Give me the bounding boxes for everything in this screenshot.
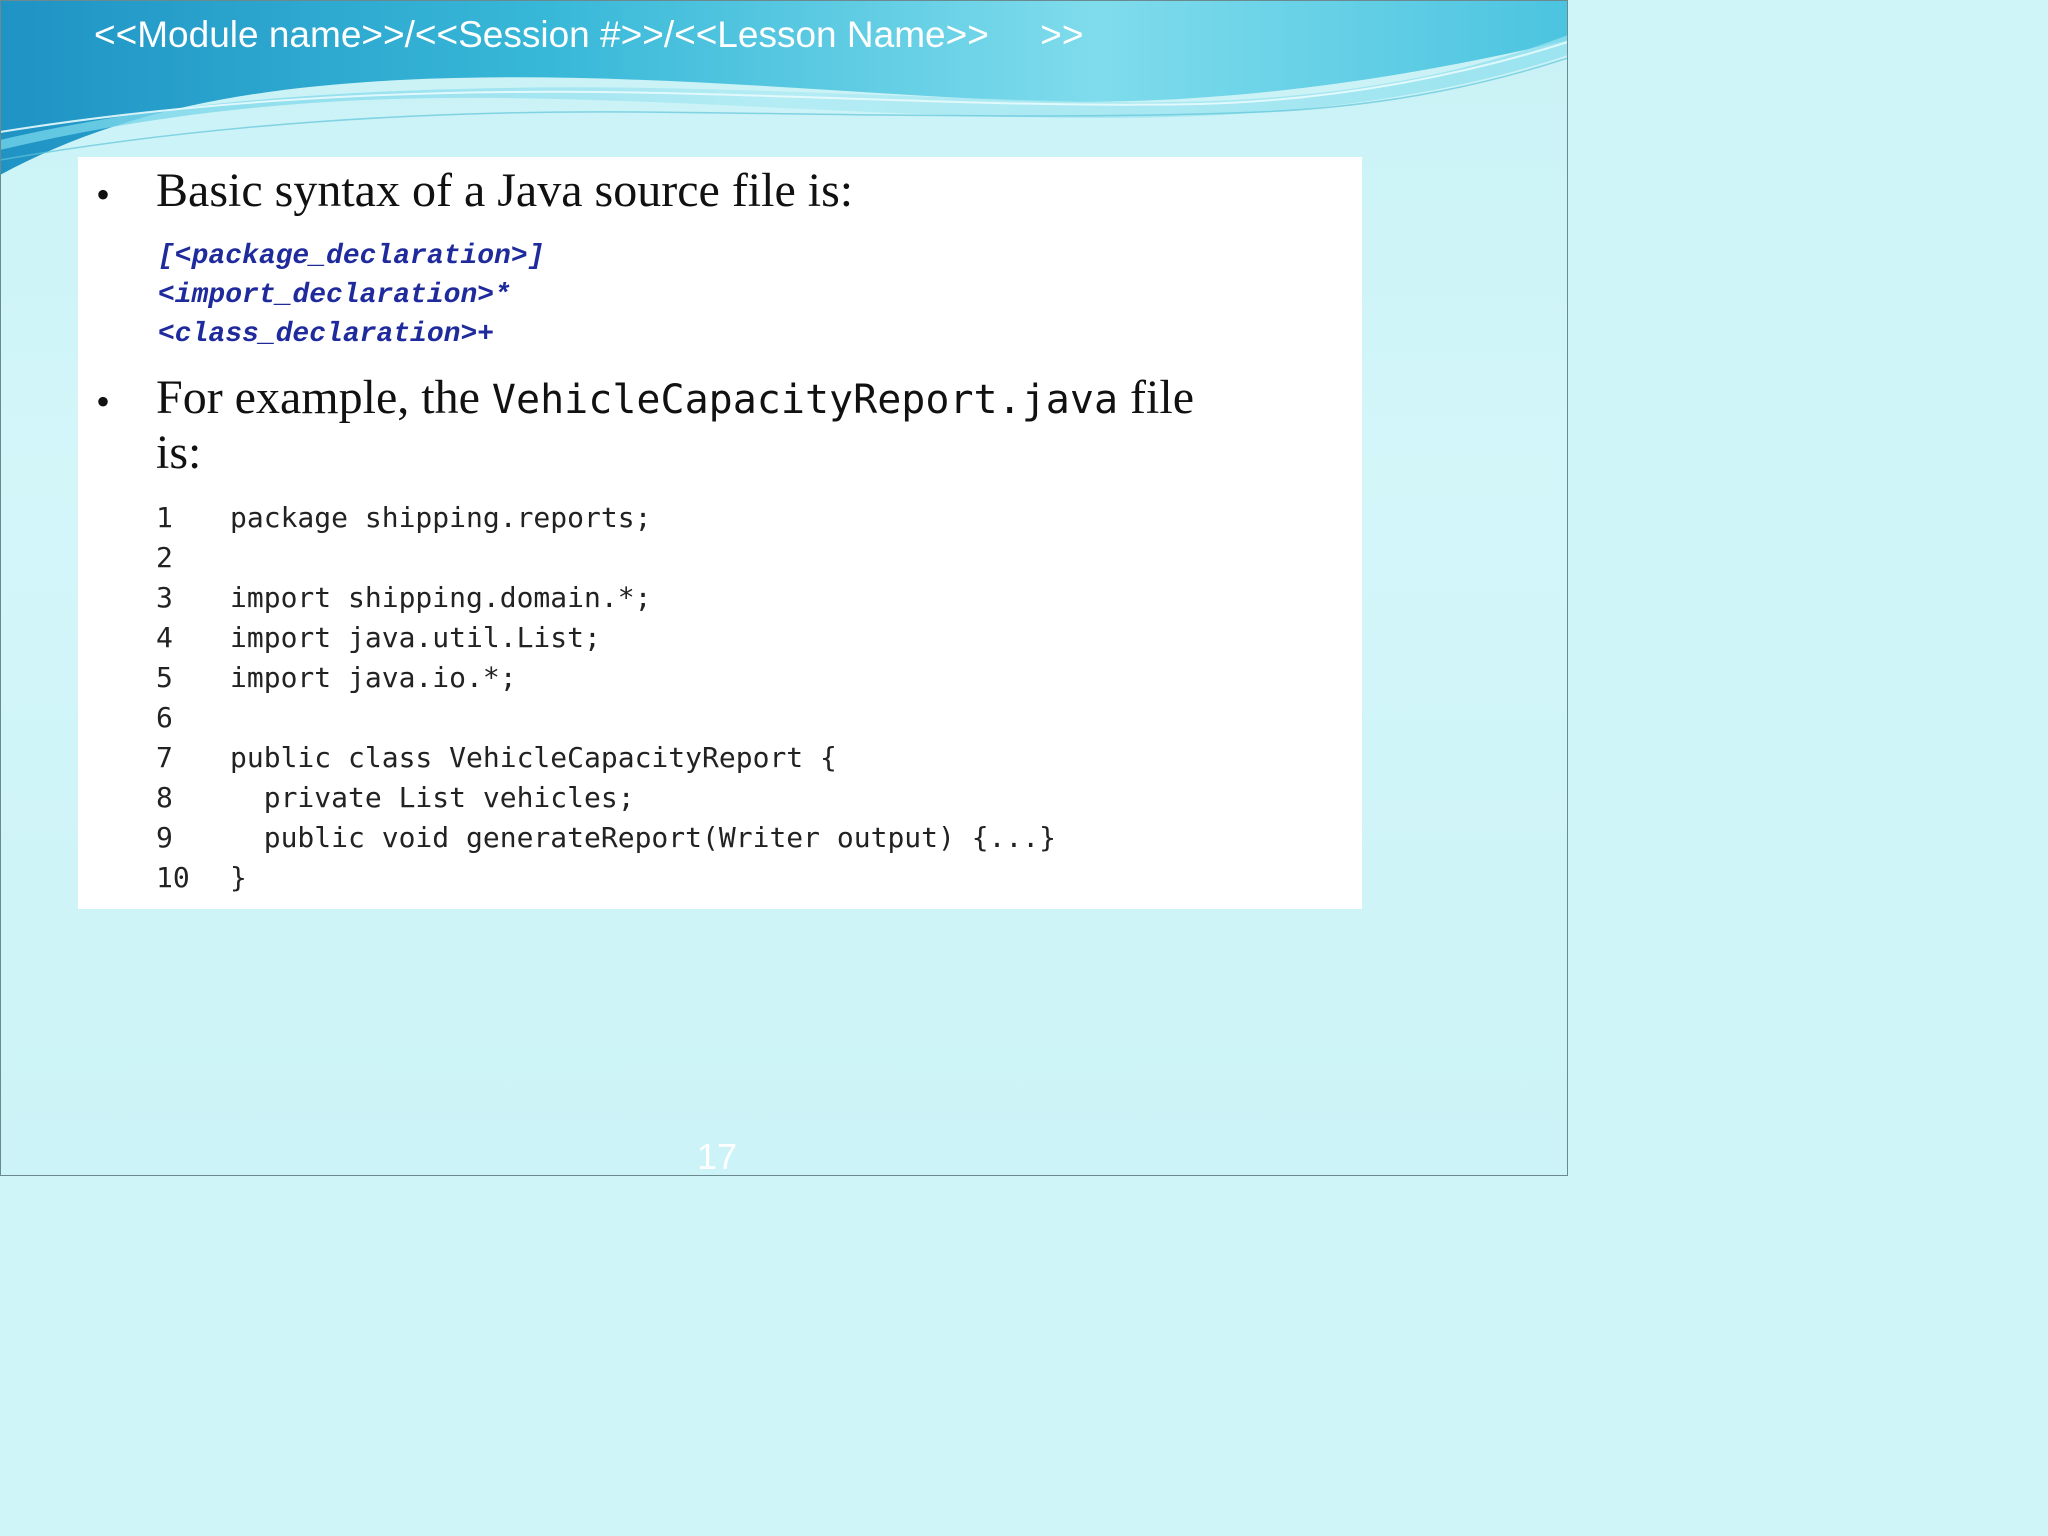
code-text: private List vehicles; bbox=[230, 781, 635, 814]
line-number: 9 bbox=[156, 821, 173, 854]
bullet-marker: • bbox=[96, 172, 111, 217]
code-line: 10} bbox=[156, 861, 247, 901]
syntax-line-class: <class_declaration>+ bbox=[158, 319, 495, 350]
bullet-text-example: For example, the VehicleCapacityReport.j… bbox=[156, 370, 1356, 428]
code-text: import java.io.*; bbox=[230, 661, 517, 694]
content-panel: • Basic syntax of a Java source file is:… bbox=[78, 157, 1362, 909]
syntax-line-import: <import_declaration>* bbox=[158, 280, 511, 311]
line-number: 6 bbox=[156, 701, 173, 734]
code-text: import java.util.List; bbox=[230, 621, 601, 654]
code-line: 3 import shipping.domain.*; bbox=[156, 581, 651, 621]
line-number: 7 bbox=[156, 741, 173, 774]
code-text: import shipping.domain.*; bbox=[230, 581, 652, 614]
code-text: } bbox=[230, 861, 247, 894]
code-line: 1 package shipping.reports; bbox=[156, 501, 651, 541]
code-line: 8 private List vehicles; bbox=[156, 781, 635, 821]
bullet-text-syntax: Basic syntax of a Java source file is: bbox=[156, 164, 854, 217]
line-number: 1 bbox=[156, 501, 173, 534]
code-line: 9 public void generateReport(Writer outp… bbox=[156, 821, 1056, 861]
line-number: 10 bbox=[156, 861, 190, 894]
code-line: 2 bbox=[156, 541, 230, 581]
slide: <<Module name>>/<<Session #>>/<<Lesson N… bbox=[0, 0, 1568, 1177]
code-text: public void generateReport(Writer output… bbox=[230, 821, 1057, 854]
example-filename-code: VehicleCapacityReport.java bbox=[491, 377, 1119, 423]
code-text: package shipping.reports; bbox=[230, 501, 652, 534]
header-breadcrumb: <<Module name>>/<<Session #>>/<<Lesson N… bbox=[94, 14, 1084, 55]
line-number: 5 bbox=[156, 661, 173, 694]
syntax-line-package: [<package_declaration>] bbox=[158, 241, 545, 272]
bullet-marker: • bbox=[96, 379, 111, 424]
example-text-before: For example, the bbox=[156, 371, 492, 424]
example-text-after: file bbox=[1118, 371, 1195, 424]
code-line: 7 public class VehicleCapacityReport { bbox=[156, 741, 837, 781]
bullet-text-example-line2: is: bbox=[156, 426, 202, 479]
line-number: 3 bbox=[156, 581, 173, 614]
line-number: 2 bbox=[156, 541, 173, 574]
code-line: 5 import java.io.*; bbox=[156, 661, 517, 701]
code-line: 6 bbox=[156, 701, 230, 741]
line-number: 4 bbox=[156, 621, 173, 654]
code-line: 4 import java.util.List; bbox=[156, 621, 601, 661]
code-text: public class VehicleCapacityReport { bbox=[230, 741, 837, 774]
line-number: 8 bbox=[156, 781, 173, 814]
page-number: 17 bbox=[697, 1136, 738, 1177]
